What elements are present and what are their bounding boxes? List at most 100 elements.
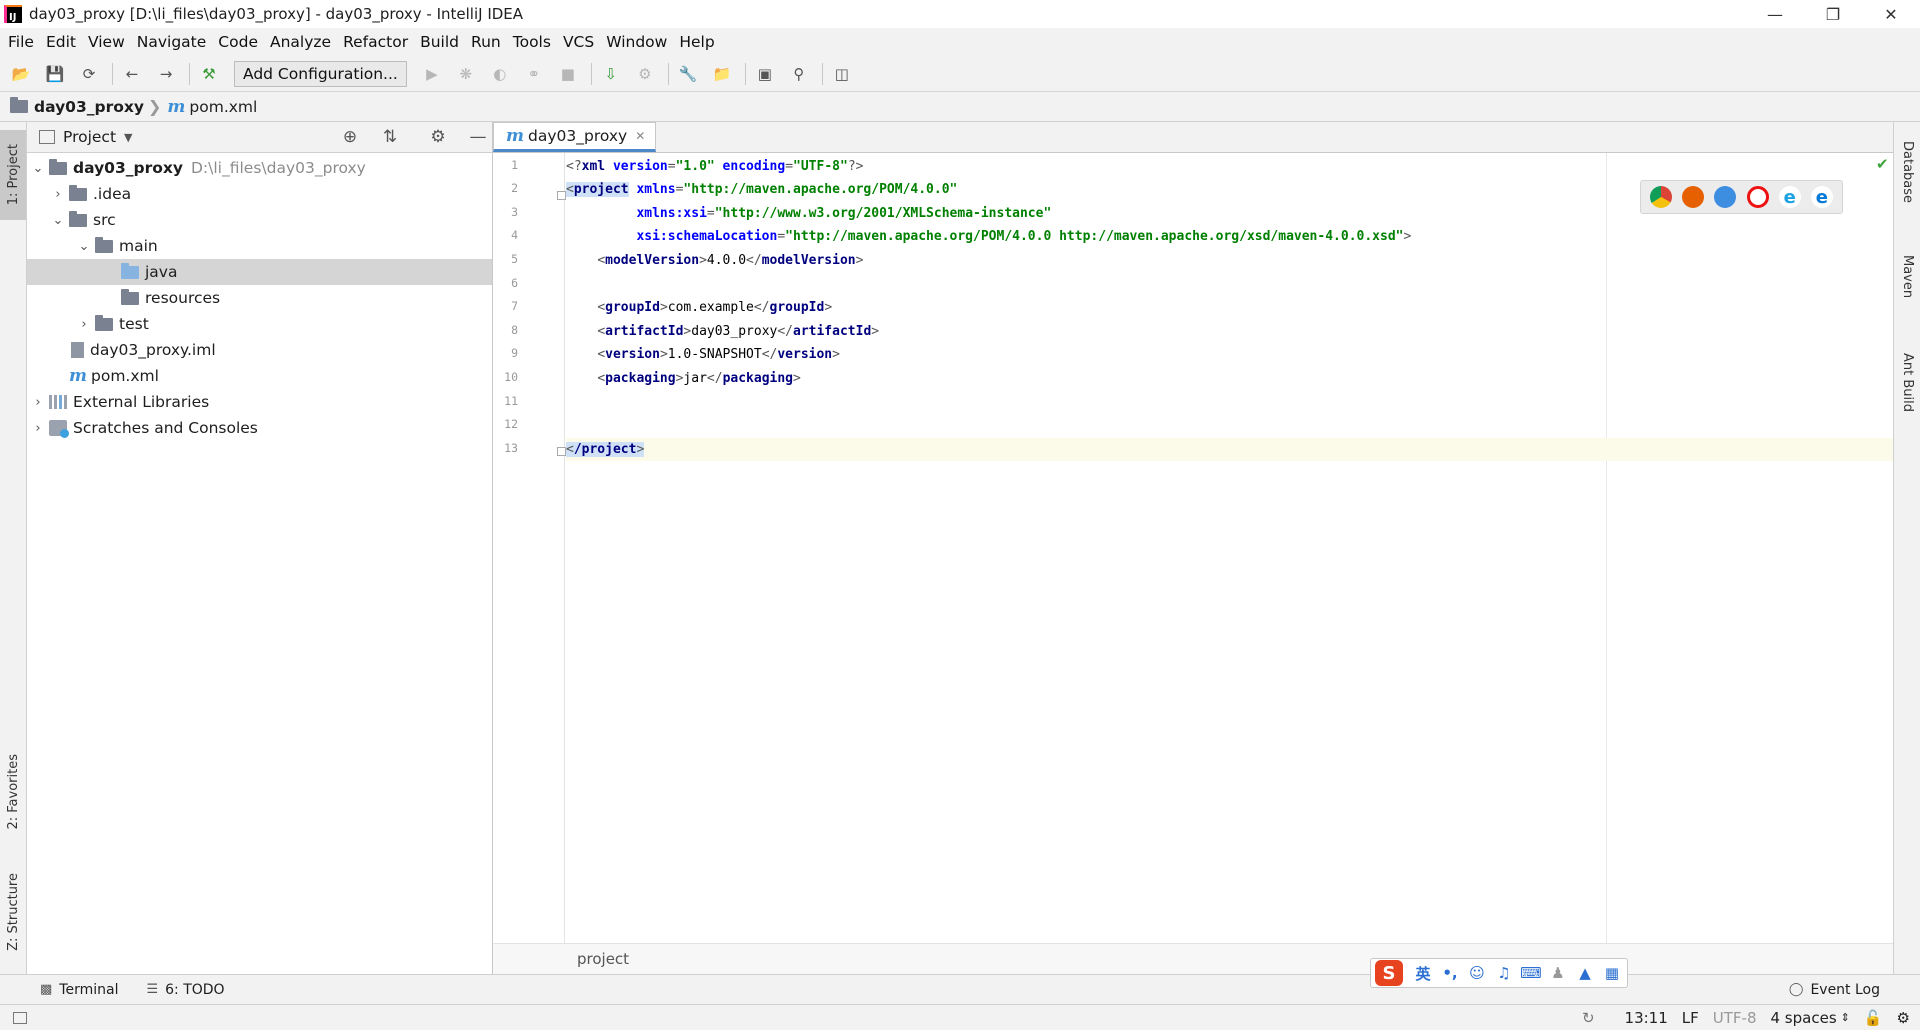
gear-icon[interactable]: ⚙ (424, 125, 452, 149)
collapse-all-icon[interactable]: ⇅ (376, 125, 404, 149)
tree-node-scratches[interactable]: › Scratches and Consoles (27, 415, 492, 441)
menu-file[interactable]: File (2, 33, 40, 51)
stop-icon[interactable]: ■ (555, 61, 581, 87)
run-anything-icon[interactable]: ▣ (752, 61, 778, 87)
breadcrumb-file[interactable]: pom.xml (189, 98, 257, 116)
tree-node-iml[interactable]: day03_proxy.iml (27, 337, 492, 363)
lock-icon[interactable]: 🔓 (1864, 1009, 1883, 1027)
restore-button[interactable]: ❐ (1804, 0, 1862, 28)
terminal-button[interactable]: ▩ Terminal (40, 982, 118, 998)
tab-maven-tool[interactable]: Maven (1894, 242, 1920, 312)
skin-shirt-icon[interactable]: ▲ (1573, 964, 1597, 982)
menu-refactor[interactable]: Refactor (337, 33, 414, 51)
add-configuration-button[interactable]: Add Configuration... (234, 60, 407, 87)
chevron-right-icon[interactable]: › (73, 317, 95, 332)
keyboard-icon[interactable]: ⌨ (1519, 964, 1543, 982)
menu-vcs[interactable]: VCS (557, 33, 600, 51)
chevron-right-icon[interactable]: › (27, 421, 49, 436)
tree-node-idea[interactable]: › .idea (27, 181, 492, 207)
todo-button[interactable]: ☰ 6: TODO (146, 982, 224, 998)
build-hammer-icon[interactable]: ⚒ (196, 61, 222, 87)
tree-node-external-libraries[interactable]: › External Libraries (27, 389, 492, 415)
debug-icon[interactable]: ❋ (453, 61, 479, 87)
chevron-right-icon[interactable]: › (27, 395, 49, 410)
menu-edit[interactable]: Edit (40, 33, 82, 51)
tool-windows-toggle-icon[interactable] (13, 1011, 27, 1024)
open-folder-icon[interactable]: 📂 (8, 61, 34, 87)
tab-pom-xml[interactable]: m day03_proxy ✕ (493, 122, 657, 152)
folder-icon (95, 314, 113, 331)
line-separator-indicator[interactable]: LF (1682, 1009, 1699, 1027)
opera-icon[interactable] (1746, 186, 1769, 208)
menu-navigate[interactable]: Navigate (131, 33, 213, 51)
tab-structure-tool[interactable]: Z: Structure (0, 862, 26, 962)
chevron-down-icon[interactable]: ⌄ (27, 161, 49, 176)
code-editor[interactable]: <?xml version="1.0" encoding="UTF-8"?> <… (566, 153, 1893, 943)
event-log-button[interactable]: ◯ Event Log (1789, 982, 1880, 998)
menu-build[interactable]: Build (414, 33, 465, 51)
menu-tools[interactable]: Tools (507, 33, 557, 51)
close-icon[interactable]: ✕ (635, 129, 645, 143)
commit-icon[interactable]: ⚙ (632, 61, 658, 87)
caret-position[interactable]: 13:11 (1625, 1009, 1668, 1027)
update-project-icon[interactable]: ⇩ (598, 61, 624, 87)
search-everywhere-icon[interactable]: ⚲ (786, 61, 812, 87)
toolbox-grid-icon[interactable]: ▦ (1600, 964, 1624, 982)
tab-ant-build-tool[interactable]: Ant Build (1894, 337, 1920, 427)
minimize-button[interactable]: — (1746, 0, 1804, 28)
chrome-icon[interactable] (1650, 186, 1673, 208)
close-button[interactable]: ✕ (1862, 0, 1920, 28)
tree-node-main[interactable]: ⌄ main (27, 233, 492, 259)
tab-project-tool[interactable]: 1: Project (0, 130, 26, 220)
ime-language-toggle[interactable]: 英 (1411, 963, 1435, 984)
chevron-down-icon[interactable]: ⌄ (47, 213, 69, 228)
edge-icon[interactable]: e (1810, 186, 1833, 208)
presentation-mode-icon[interactable]: ◫ (829, 61, 855, 87)
save-all-icon[interactable]: 💾 (42, 61, 68, 87)
sogou-logo-icon[interactable]: S (1375, 960, 1403, 986)
breadcrumb-project[interactable]: day03_proxy (34, 98, 144, 116)
tab-database-tool[interactable]: Database (1894, 132, 1920, 212)
fold-toggle-icon[interactable] (557, 447, 566, 456)
menu-view[interactable]: View (82, 33, 131, 51)
ime-punctuation-toggle[interactable]: •, (1438, 964, 1462, 982)
run-icon[interactable]: ▶ (419, 61, 445, 87)
safari-icon[interactable] (1714, 186, 1737, 208)
forward-icon[interactable]: → (153, 61, 179, 87)
menu-window[interactable]: Window (600, 33, 673, 51)
tree-node-root[interactable]: ⌄ day03_proxy D:\li_files\day03_proxy (27, 155, 492, 181)
tree-node-test[interactable]: › test (27, 311, 492, 337)
firefox-icon[interactable] (1682, 186, 1705, 208)
emoji-icon[interactable]: ☺ (1465, 964, 1489, 982)
file-encoding-indicator[interactable]: UTF-8 (1713, 1009, 1757, 1027)
coverage-icon[interactable]: ◐ (487, 61, 513, 87)
chevron-down-icon[interactable]: ⌄ (73, 239, 95, 254)
tree-node-resources[interactable]: resources (27, 285, 492, 311)
back-icon[interactable]: ← (119, 61, 145, 87)
internet-explorer-icon[interactable]: e (1778, 186, 1801, 208)
project-view-selector[interactable]: Project (63, 128, 116, 146)
user-icon[interactable]: ♟ (1546, 964, 1570, 982)
chevron-down-icon[interactable]: ▼ (124, 131, 132, 144)
tree-node-pom[interactable]: m pom.xml (27, 363, 492, 389)
fold-toggle-icon[interactable] (557, 191, 566, 200)
tree-node-src[interactable]: ⌄ src (27, 207, 492, 233)
tab-favorites-tool[interactable]: 2: Favorites (0, 742, 26, 842)
indent-indicator[interactable]: 4 spaces (1771, 1009, 1837, 1027)
git-sync-icon[interactable]: ↻ (1582, 1009, 1595, 1027)
menu-help[interactable]: Help (673, 33, 720, 51)
synchronize-icon[interactable]: ⟳ (76, 61, 102, 87)
hide-panel-icon[interactable]: — (464, 125, 492, 149)
inspector-icon[interactable]: ⚙ (1897, 1009, 1910, 1027)
xml-breadcrumb-item[interactable]: project (577, 950, 629, 968)
settings-wrench-icon[interactable]: 🔧 (675, 61, 701, 87)
menu-code[interactable]: Code (212, 33, 264, 51)
menu-analyze[interactable]: Analyze (264, 33, 337, 51)
chevron-right-icon[interactable]: › (47, 187, 69, 202)
tree-node-java[interactable]: java (27, 259, 492, 285)
project-structure-icon[interactable]: 📁 (709, 61, 735, 87)
locate-file-icon[interactable]: ⊕ (336, 125, 364, 149)
microphone-icon[interactable]: ♫ (1492, 964, 1516, 982)
profile-icon[interactable]: ⚭ (521, 61, 547, 87)
menu-run[interactable]: Run (465, 33, 507, 51)
